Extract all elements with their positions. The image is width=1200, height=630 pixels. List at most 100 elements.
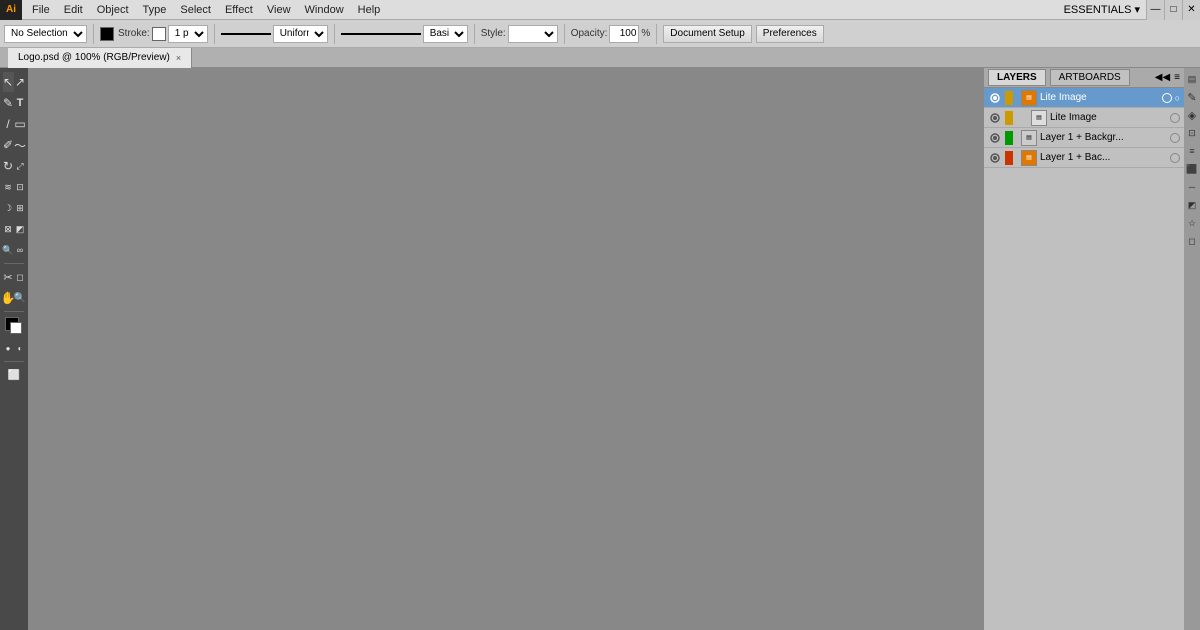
layer-name: Layer 1 + Backgr... bbox=[1040, 132, 1167, 143]
layer-visibility-toggle[interactable] bbox=[988, 91, 1002, 105]
screen-mode-btn[interactable]: ⬜ bbox=[3, 365, 25, 385]
close-button[interactable]: ✕ bbox=[1182, 0, 1200, 20]
mesh-tool[interactable]: ⊠ bbox=[3, 219, 14, 239]
panel-icon-transparency[interactable]: ◻ bbox=[1185, 234, 1199, 248]
menu-help[interactable]: Help bbox=[352, 3, 387, 17]
panel-icon-brush[interactable]: ✎ bbox=[1185, 90, 1199, 104]
blend-tool[interactable]: ∞ bbox=[15, 240, 26, 260]
maximize-button[interactable]: □ bbox=[1164, 0, 1182, 20]
menu-window[interactable]: Window bbox=[299, 3, 350, 17]
panel-menu-icon[interactable]: ≡ bbox=[1174, 72, 1180, 83]
menu-object[interactable]: Object bbox=[91, 3, 135, 17]
scale-tool[interactable]: ⤢ bbox=[15, 156, 26, 176]
panel-expand-icon[interactable]: ◀◀ bbox=[1155, 72, 1170, 83]
panel-icon-gradient[interactable]: ◩ bbox=[1185, 198, 1199, 212]
zoom-tool[interactable]: 🔍 bbox=[15, 288, 26, 308]
layer-row[interactable]: ▤ Lite Image ○ bbox=[984, 88, 1184, 108]
menu-select[interactable]: Select bbox=[174, 3, 217, 17]
opacity-item: Opacity: % bbox=[571, 25, 651, 43]
layer-row[interactable]: ▤ Layer 1 + Backgr... bbox=[984, 128, 1184, 148]
menu-effect[interactable]: Effect bbox=[219, 3, 259, 17]
fill-color-swatch[interactable] bbox=[100, 27, 114, 41]
layer-thumbnail: ▤ bbox=[1021, 90, 1037, 106]
direct-select-tool[interactable]: ↗ bbox=[15, 72, 26, 92]
opacity-input[interactable] bbox=[609, 25, 639, 43]
layer-color-indicator bbox=[1005, 131, 1013, 145]
panel-icon-layers[interactable]: ▤ bbox=[1185, 72, 1199, 86]
tool-group-mesh: ⊠ ◩ bbox=[3, 219, 26, 239]
toolbar-separator-3 bbox=[334, 24, 335, 44]
layer-row[interactable]: ▤ Layer 1 + Bac... bbox=[984, 148, 1184, 168]
tool-group-warp: ≋ ⊡ bbox=[3, 177, 26, 197]
rotate-tool[interactable]: ↻ bbox=[3, 156, 14, 176]
tool-group-color-mode: ● ◐ bbox=[3, 338, 26, 358]
workspace-switcher[interactable]: ESSENTIALS ▾ bbox=[1064, 3, 1146, 16]
line-tool[interactable]: / bbox=[3, 114, 14, 134]
tab-label: Logo.psd @ 100% (RGB/Preview) bbox=[18, 52, 170, 63]
stroke-width-input[interactable]: 1 pt bbox=[168, 25, 208, 43]
panel-icon-pathfinder[interactable]: ⬛ bbox=[1185, 162, 1199, 176]
panel-icon-color[interactable]: ◈ bbox=[1185, 108, 1199, 122]
layer-color-indicator bbox=[1005, 111, 1013, 125]
layer-target-circle[interactable] bbox=[1170, 153, 1180, 163]
document-setup-button[interactable]: Document Setup bbox=[663, 25, 752, 43]
free-transform-tool[interactable]: ⊡ bbox=[15, 177, 26, 197]
workspace-label: ESSENTIALS ▾ bbox=[1064, 3, 1140, 16]
layers-tab[interactable]: LAYERS bbox=[988, 69, 1046, 86]
layer-color-indicator bbox=[1005, 151, 1013, 165]
selection-dropdown[interactable]: No Selection bbox=[4, 25, 87, 43]
scissors-tool[interactable]: ✂ bbox=[3, 267, 14, 287]
rect-tool[interactable]: ▭ bbox=[15, 114, 26, 134]
panel-icon-transform[interactable]: ⊡ bbox=[1185, 126, 1199, 140]
style-dropdown[interactable] bbox=[508, 25, 558, 43]
graph-tool[interactable]: ⊞ bbox=[15, 198, 26, 218]
toolbar: No Selection Stroke: 1 pt Uniform Basic … bbox=[0, 20, 1200, 48]
brush-dropdown[interactable]: Basic bbox=[423, 25, 468, 43]
layer-row[interactable]: ▤ Lite Image bbox=[984, 108, 1184, 128]
tools-panel: ↖ ↗ ✎ T / ▭ ✐ 〜 ↻ ⤢ ≋ ⊡ ☽ ⊞ ⊠ ◩ bbox=[0, 68, 28, 630]
color-mode-btn[interactable]: ● bbox=[3, 338, 14, 358]
type-tool[interactable]: T bbox=[15, 93, 26, 113]
layer-visibility-toggle[interactable] bbox=[988, 131, 1002, 145]
layer-thumb-content: ▤ bbox=[1036, 114, 1042, 121]
tab-close-button[interactable]: × bbox=[176, 53, 181, 63]
layer-target-circle[interactable] bbox=[1170, 133, 1180, 143]
warp-tool[interactable]: ≋ bbox=[3, 177, 14, 197]
minimize-button[interactable]: — bbox=[1146, 0, 1164, 20]
artboards-tab[interactable]: ARTBOARDS bbox=[1050, 69, 1130, 86]
pencil-tool[interactable]: 〜 bbox=[15, 135, 26, 155]
layer-target-circle[interactable] bbox=[1170, 113, 1180, 123]
toolbar-separator-4 bbox=[474, 24, 475, 44]
layer-visibility-toggle[interactable] bbox=[988, 111, 1002, 125]
layer-visibility-toggle[interactable] bbox=[988, 151, 1002, 165]
layer-name: Layer 1 + Bac... bbox=[1040, 152, 1167, 163]
panel-icon-symbol[interactable]: ☆ bbox=[1185, 216, 1199, 230]
pen-tool[interactable]: ✎ bbox=[3, 93, 14, 113]
layer-target-circle[interactable] bbox=[1162, 93, 1172, 103]
stroke-swatch[interactable] bbox=[152, 27, 166, 41]
tool-group-select: ↖ ↗ bbox=[3, 72, 26, 92]
menu-edit[interactable]: Edit bbox=[58, 3, 89, 17]
paintbrush-tool[interactable]: ✐ bbox=[3, 135, 14, 155]
gradient-fill-btn[interactable]: ◐ bbox=[15, 338, 26, 358]
stroke-type-dropdown[interactable]: Uniform bbox=[273, 25, 328, 43]
fill-stroke-indicator[interactable] bbox=[3, 315, 25, 337]
eyedropper-tool[interactable]: 🔍 bbox=[3, 240, 14, 260]
document-tab[interactable]: Logo.psd @ 100% (RGB/Preview) × bbox=[8, 48, 192, 68]
eraser-tool[interactable]: ◻ bbox=[15, 267, 26, 287]
stroke-label: Stroke: bbox=[118, 28, 150, 39]
gradient-tool[interactable]: ◩ bbox=[15, 219, 26, 239]
menu-view[interactable]: View bbox=[261, 3, 297, 17]
symbol-sprayer-tool[interactable]: ☽ bbox=[3, 198, 14, 218]
panel-icon-stroke[interactable]: ─ bbox=[1185, 180, 1199, 194]
panel-icon-align[interactable]: ≡ bbox=[1185, 144, 1199, 158]
preferences-button[interactable]: Preferences bbox=[756, 25, 824, 43]
menu-type[interactable]: Type bbox=[137, 3, 173, 17]
layer-name: Lite Image bbox=[1040, 92, 1159, 103]
menu-file[interactable]: File bbox=[26, 3, 56, 17]
select-tool[interactable]: ↖ bbox=[3, 72, 14, 92]
tool-group-symbol: ☽ ⊞ bbox=[3, 198, 26, 218]
tool-separator-3 bbox=[4, 361, 24, 362]
hand-tool[interactable]: ✋ bbox=[3, 288, 14, 308]
toolbar-separator-2 bbox=[214, 24, 215, 44]
